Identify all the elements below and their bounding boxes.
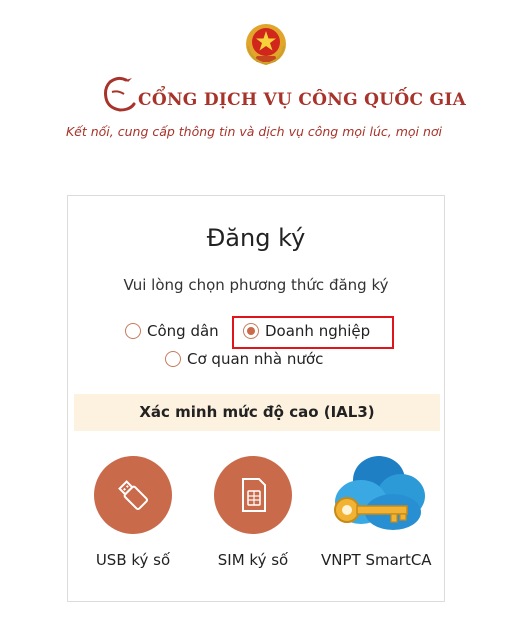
registration-card: Đăng ký Vui lòng chọn phương thức đăng k… bbox=[67, 195, 445, 602]
national-emblem-icon bbox=[244, 22, 288, 68]
method-label: SIM ký số bbox=[217, 551, 289, 569]
brand-title: CỔNG DỊCH VỤ CÔNG QUỐC GIA bbox=[138, 90, 467, 110]
radio-option-co-quan-nha-nuoc[interactable]: Cơ quan nhà nước bbox=[165, 350, 323, 368]
method-label: USB ký số bbox=[95, 551, 171, 569]
assurance-level-banner: Xác minh mức độ cao (IAL3) bbox=[74, 394, 440, 431]
tagline: Kết nối, cung cấp thông tin và dịch vụ c… bbox=[65, 124, 443, 139]
card-subtitle: Vui lòng chọn phương thức đăng ký bbox=[123, 276, 389, 294]
page-title: Đăng ký bbox=[206, 224, 306, 252]
method-sim-card[interactable]: SIM ký số bbox=[198, 456, 308, 569]
brand-header: CỔNG DỊCH VỤ CÔNG QUỐC GIA bbox=[0, 70, 508, 120]
radio-option-cong-dan[interactable]: Công dân bbox=[125, 322, 219, 340]
crane-bird-logo-icon bbox=[96, 72, 140, 116]
method-usb-token[interactable]: USB ký số bbox=[78, 456, 188, 569]
radio-label: Công dân bbox=[147, 322, 219, 340]
sim-card-icon[interactable] bbox=[214, 456, 292, 534]
usb-token-icon[interactable] bbox=[94, 456, 172, 534]
radio-label: Cơ quan nhà nước bbox=[187, 350, 324, 368]
cloud-key-icon[interactable] bbox=[321, 456, 431, 534]
method-label: VNPT SmartCA bbox=[321, 551, 432, 569]
method-vnpt-smartca[interactable]: VNPT SmartCA bbox=[321, 456, 432, 569]
radio-button[interactable] bbox=[125, 323, 141, 339]
selection-highlight-box bbox=[232, 316, 394, 349]
radio-button[interactable] bbox=[165, 351, 181, 367]
